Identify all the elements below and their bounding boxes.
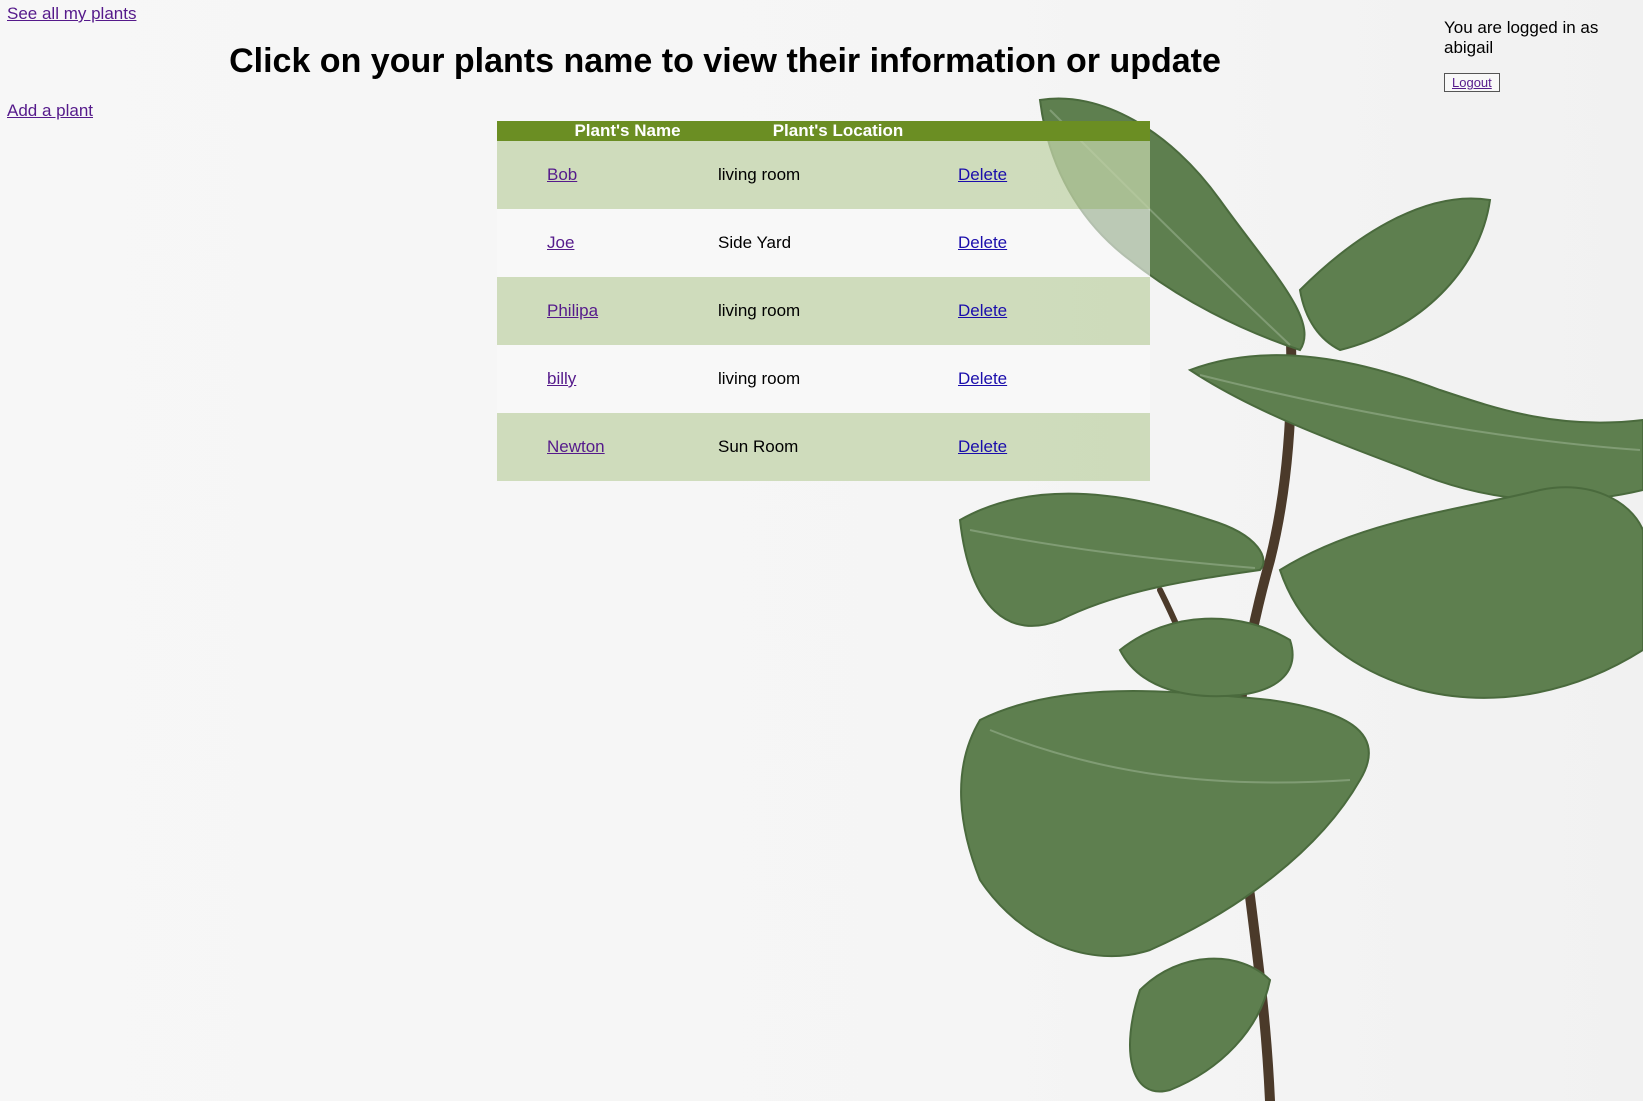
plant-name-link[interactable]: Newton xyxy=(547,437,605,456)
column-header-location: Plant's Location xyxy=(708,121,958,141)
table-header-row: Plant's Name Plant's Location xyxy=(497,121,1150,141)
plant-name-cell: billy xyxy=(497,345,708,413)
delete-cell: Delete xyxy=(958,345,1150,413)
table-row: Bob living room Delete xyxy=(497,141,1150,209)
plant-name-link[interactable]: Bob xyxy=(547,165,577,184)
login-status: You are logged in as abigail Logout xyxy=(1444,18,1643,92)
plant-name-link[interactable]: billy xyxy=(547,369,576,388)
table-row: Philipa living room Delete xyxy=(497,277,1150,345)
delete-link[interactable]: Delete xyxy=(958,233,1007,252)
delete-cell: Delete xyxy=(958,141,1150,209)
column-header-action xyxy=(958,121,1150,141)
table-row: Joe Side Yard Delete xyxy=(497,209,1150,277)
logged-in-text: You are logged in as abigail xyxy=(1444,18,1599,57)
plant-location-cell: living room xyxy=(708,345,958,413)
plant-name-link[interactable]: Philipa xyxy=(547,301,598,320)
delete-link[interactable]: Delete xyxy=(958,437,1007,456)
table-row: Newton Sun Room Delete xyxy=(497,413,1150,481)
plant-name-cell: Bob xyxy=(497,141,708,209)
delete-link[interactable]: Delete xyxy=(958,301,1007,320)
delete-link[interactable]: Delete xyxy=(958,369,1007,388)
see-all-plants-link[interactable]: See all my plants xyxy=(7,4,136,24)
column-header-name: Plant's Name xyxy=(497,121,708,141)
plant-location-cell: Side Yard xyxy=(708,209,958,277)
delete-cell: Delete xyxy=(958,209,1150,277)
plant-name-link[interactable]: Joe xyxy=(547,233,574,252)
table-row: billy living room Delete xyxy=(497,345,1150,413)
add-plant-link[interactable]: Add a plant xyxy=(7,101,93,121)
plants-table: Plant's Name Plant's Location Bob living… xyxy=(497,121,1150,481)
delete-link[interactable]: Delete xyxy=(958,165,1007,184)
delete-cell: Delete xyxy=(958,413,1150,481)
plant-location-cell: living room xyxy=(708,141,958,209)
delete-cell: Delete xyxy=(958,277,1150,345)
page-title: Click on your plants name to view their … xyxy=(229,42,1221,80)
plant-name-cell: Joe xyxy=(497,209,708,277)
plant-location-cell: Sun Room xyxy=(708,413,958,481)
plant-location-cell: living room xyxy=(708,277,958,345)
plant-name-cell: Philipa xyxy=(497,277,708,345)
plant-name-cell: Newton xyxy=(497,413,708,481)
